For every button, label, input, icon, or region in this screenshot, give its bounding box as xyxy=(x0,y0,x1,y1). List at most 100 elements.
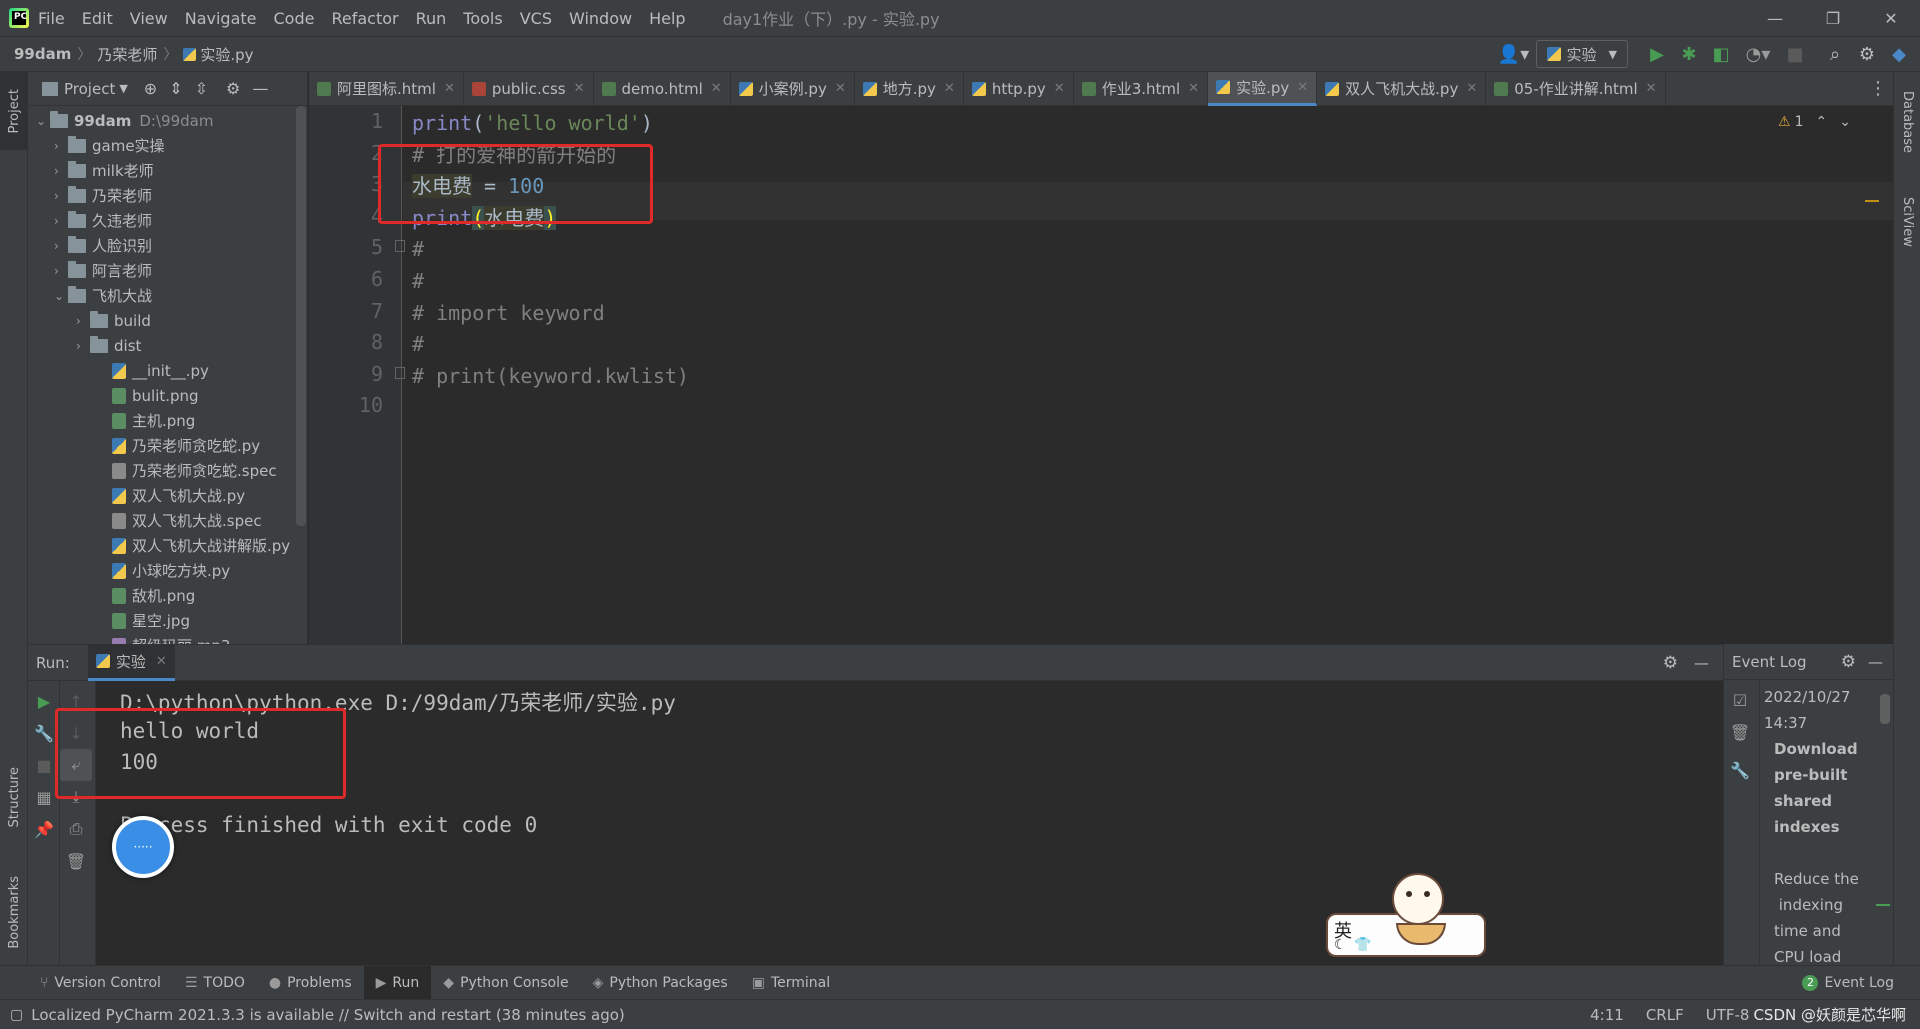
settings-gear-icon[interactable]: ⚙ xyxy=(1852,40,1882,68)
chevron-right-icon[interactable]: › xyxy=(54,214,68,228)
inspection-widget[interactable]: ⚠ 1 ⌃ ⌄ xyxy=(1778,114,1851,130)
restore-button[interactable]: ❐ xyxy=(1804,0,1862,36)
event-link-line[interactable]: pre-built xyxy=(1774,762,1876,788)
stop-icon[interactable]: ■ xyxy=(1780,40,1810,68)
close-icon[interactable]: ✕ xyxy=(1188,81,1199,96)
editor-tab[interactable]: 小案例.py ✕ xyxy=(731,71,855,106)
settings-gear-icon[interactable]: ⚙ xyxy=(1841,652,1856,672)
tool-window-run[interactable]: ▶ Run xyxy=(363,965,432,1000)
editor-tab[interactable]: 阿里图标.html ✕ xyxy=(309,71,464,106)
editor-tab[interactable]: 双人飞机大战.py ✕ xyxy=(1317,71,1487,106)
trash-icon[interactable]: 🗑 xyxy=(1724,716,1756,748)
event-log-scrollbar[interactable] xyxy=(1880,694,1890,724)
toggle-tool-windows-icon[interactable]: ▢ xyxy=(10,1007,23,1023)
tree-file[interactable]: 超级玛丽.mp3 xyxy=(98,633,230,644)
close-icon[interactable]: ✕ xyxy=(444,81,455,96)
expand-all-icon[interactable]: ⇕ xyxy=(169,79,182,98)
editor-tab[interactable]: 作业3.html ✕ xyxy=(1074,71,1209,106)
tree-file[interactable]: 主机.png xyxy=(98,408,195,433)
tree-folder[interactable]: ⌄ 飞机大战 xyxy=(54,283,152,308)
wrench-icon[interactable]: 🔧 xyxy=(1724,754,1756,786)
debug-icon[interactable]: ✱ xyxy=(1674,40,1704,68)
tree-folder[interactable]: › dist xyxy=(76,333,141,358)
locate-icon[interactable]: ⊕ xyxy=(144,79,157,98)
settings-gear-icon[interactable]: ⚙ xyxy=(1663,653,1678,673)
tree-file[interactable]: 敌机.png xyxy=(98,583,195,608)
close-icon[interactable]: ✕ xyxy=(574,81,585,96)
chevron-right-icon[interactable]: › xyxy=(76,314,90,328)
editor-tab[interactable]: demo.html ✕ xyxy=(594,71,731,106)
editor-tab[interactable]: 05-作业讲解.html ✕ xyxy=(1486,71,1666,106)
fold-marker-icon[interactable] xyxy=(395,366,405,379)
editor-tab[interactable]: 实验.py ✕ xyxy=(1208,71,1318,106)
close-icon[interactable]: ✕ xyxy=(1054,81,1065,96)
tool-window-terminal[interactable]: ▣ Terminal xyxy=(740,966,842,1000)
fold-marker-icon[interactable] xyxy=(395,240,405,253)
more-tabs-icon[interactable]: ⋮ xyxy=(1863,78,1893,99)
project-tool-tab[interactable]: Project xyxy=(0,72,28,150)
tree-file[interactable]: 乃荣老师贪吃蛇.spec xyxy=(98,458,277,483)
chevron-right-icon[interactable]: › xyxy=(76,339,90,353)
tree-folder[interactable]: › game实操 xyxy=(54,133,165,158)
chevron-right-icon[interactable]: › xyxy=(54,189,68,203)
breadcrumb-file[interactable]: 实验.py xyxy=(200,44,253,65)
chevron-right-icon[interactable]: › xyxy=(54,264,68,278)
event-link-line[interactable]: shared xyxy=(1774,788,1876,814)
tree-file[interactable]: 小球吃方块.py xyxy=(98,558,230,583)
event-link[interactable]: Download pre-built shared indexes xyxy=(1764,736,1876,840)
hide-panel-icon[interactable]: — xyxy=(252,79,268,98)
floating-assistant-button[interactable]: ····· xyxy=(112,816,174,878)
tree-folder[interactable]: › milk老师 xyxy=(54,158,154,183)
tree-file[interactable]: __init__.py xyxy=(98,358,209,383)
collapse-all-icon[interactable]: ⇳ xyxy=(195,79,208,98)
close-icon[interactable]: ✕ xyxy=(711,81,722,96)
close-icon[interactable]: ✕ xyxy=(156,654,167,669)
close-icon[interactable]: ✕ xyxy=(1466,81,1477,96)
menu-run[interactable]: Run xyxy=(416,9,447,28)
file-encoding[interactable]: UTF-8 xyxy=(1706,1006,1750,1024)
editor-tab[interactable]: http.py ✕ xyxy=(964,71,1074,106)
editor-tab[interactable]: 地方.py ✕ xyxy=(855,71,964,106)
close-window-button[interactable]: ✕ xyxy=(1862,0,1920,36)
project-view-select[interactable]: Project xyxy=(64,80,115,98)
search-icon[interactable]: ⌕ xyxy=(1820,40,1850,68)
menu-code[interactable]: Code xyxy=(274,9,315,28)
close-icon[interactable]: ✕ xyxy=(944,81,955,96)
line-separator[interactable]: CRLF xyxy=(1646,1006,1684,1024)
chevron-down-icon[interactable]: ▼ xyxy=(119,82,127,95)
chevron-right-icon[interactable]: › xyxy=(54,139,68,153)
close-icon[interactable]: ✕ xyxy=(1646,81,1657,96)
menu-refactor[interactable]: Refactor xyxy=(331,9,398,28)
tree-file[interactable]: 星空.jpg xyxy=(98,608,190,633)
tree-file[interactable]: bulit.png xyxy=(98,383,199,408)
close-icon[interactable]: ✕ xyxy=(1297,80,1308,95)
sciview-tool-tab[interactable]: SciView xyxy=(1894,182,1920,262)
menu-view[interactable]: View xyxy=(130,9,168,28)
tool-window-problems[interactable]: ● Problems xyxy=(257,966,364,1000)
menu-help[interactable]: Help xyxy=(649,9,685,28)
menu-navigate[interactable]: Navigate xyxy=(185,9,257,28)
chevron-down-icon[interactable]: ⌄ xyxy=(54,289,68,303)
tree-folder[interactable]: › 乃荣老师 xyxy=(54,183,152,208)
tree-root[interactable]: ⌄ 99dam D:\99dam xyxy=(36,108,213,133)
tree-file[interactable]: 双人飞机大战.py xyxy=(98,483,245,508)
tree-folder[interactable]: › 人脸识别 xyxy=(54,233,152,258)
warning-marker[interactable] xyxy=(1865,200,1879,202)
run-tab[interactable]: 实验 ✕ xyxy=(87,644,175,681)
project-scrollbar[interactable] xyxy=(296,106,306,526)
chevron-right-icon[interactable]: › xyxy=(54,164,68,178)
caret-position[interactable]: 4:11 xyxy=(1590,1006,1624,1024)
chevron-down-icon[interactable]: ⌄ xyxy=(1839,114,1851,130)
breadcrumb-project[interactable]: 99dam xyxy=(14,45,71,63)
hide-panel-icon[interactable]: — xyxy=(1868,653,1883,671)
tool-window-todo[interactable]: ☰ TODO xyxy=(173,966,257,1000)
settings-gear-icon[interactable]: ⚙ xyxy=(226,79,240,98)
tree-folder[interactable]: › build xyxy=(76,308,151,333)
tool-window-version-control[interactable]: ⑂ Version Control xyxy=(28,966,173,1000)
tree-folder[interactable]: › 阿言老师 xyxy=(54,258,152,283)
code-line[interactable]: # import keyword xyxy=(412,294,605,332)
tool-window-python-console[interactable]: ◆ Python Console xyxy=(431,966,580,1000)
chevron-right-icon[interactable]: › xyxy=(54,239,68,253)
code-editor[interactable]: 1 2 3 4 5 6 7 8 9 10 print('hello world') # 打的爱神的箭… xyxy=(309,106,1893,644)
menu-vcs[interactable]: VCS xyxy=(520,9,552,28)
